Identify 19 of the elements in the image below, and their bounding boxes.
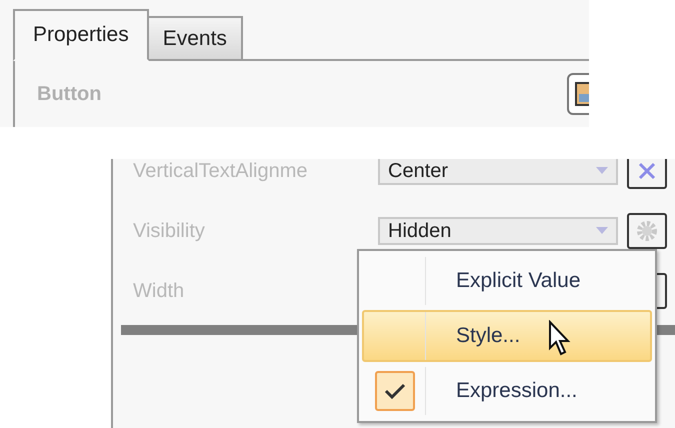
close-icon (638, 162, 656, 180)
menu-item[interactable]: Explicit Value (362, 255, 652, 307)
property-button[interactable] (627, 213, 667, 249)
property-label: Width (133, 280, 186, 302)
menu-item[interactable]: Style... (362, 310, 652, 362)
check-icon (384, 383, 406, 399)
caret-icon (596, 167, 608, 175)
property-label: VerticalTextAlignme (133, 160, 309, 182)
property-button[interactable] (627, 159, 667, 189)
gear-icon (637, 221, 657, 241)
tab[interactable]: Properties (13, 9, 149, 61)
property-label: Visibility (133, 220, 206, 242)
dropdown[interactable]: Center (378, 159, 618, 185)
tab[interactable]: Events (148, 16, 243, 61)
caret-icon (596, 227, 608, 235)
dropdown[interactable]: Hidden (378, 217, 618, 245)
mouse-cursor-icon (548, 320, 572, 358)
panel-title: Button (37, 82, 102, 106)
menu-item[interactable]: Expression... (362, 365, 652, 417)
